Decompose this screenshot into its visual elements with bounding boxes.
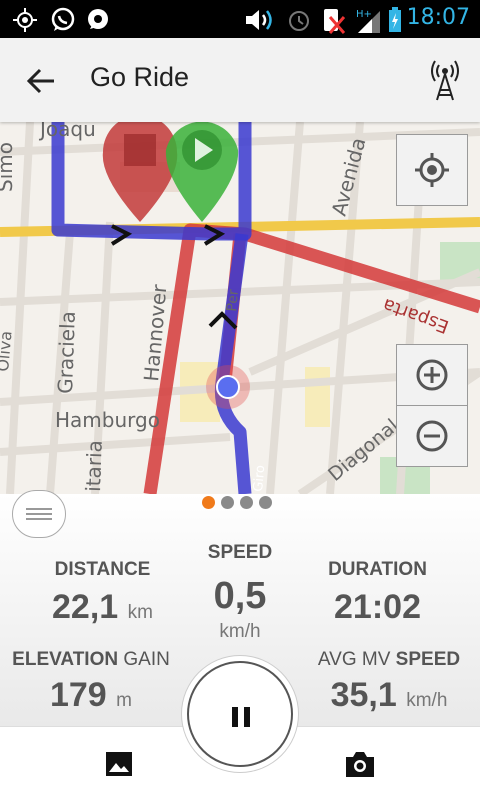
distance-label: DISTANCE [54, 559, 151, 580]
map-view[interactable]: Joaqu Simo Avenida Hannover Graciela Ham… [0, 122, 480, 494]
hplus-signal-icon: H+ [356, 9, 380, 33]
avg-speed-unit: km/h [406, 690, 448, 711]
no-sim-icon [324, 9, 346, 34]
gallery-icon[interactable] [104, 749, 134, 779]
page-title: Go Ride [90, 62, 190, 92]
street-label: Joaqu [38, 122, 96, 141]
antenna-icon[interactable] [430, 58, 460, 102]
avg-speed-value: 35,1 km/h [298, 676, 480, 715]
page-dot[interactable] [259, 496, 272, 509]
street-label: Giro [251, 464, 268, 492]
street-label: itaria [81, 440, 107, 493]
elevation-number: 179 [49, 676, 107, 714]
chat-icon [88, 9, 108, 29]
avg-mv-label-part: AVG MV [317, 649, 391, 670]
elevation-gain-value: 179 m [0, 676, 182, 715]
svg-text:H+: H+ [356, 9, 372, 20]
street-label: Avenida [327, 135, 371, 218]
speed-label: SPEED [207, 542, 273, 563]
zoom-in-icon [416, 359, 448, 391]
page-indicator [202, 496, 278, 510]
zoom-out-icon [416, 420, 448, 452]
back-arrow-icon[interactable] [24, 64, 58, 98]
current-location-icon [206, 365, 250, 409]
elevation-gain-label: ELEVATION GAIN [0, 649, 182, 671]
avg-speed-number: 35,1 [330, 676, 397, 714]
distance-value: 22,1 km [10, 588, 195, 627]
speed-unit: km/h [219, 621, 261, 642]
status-bar: H+ 18:07 [0, 0, 480, 38]
end-marker-icon[interactable] [102, 122, 178, 222]
avg-speed-label: AVG MV SPEED [298, 649, 480, 671]
zoom-out-button[interactable] [396, 405, 468, 467]
app-bar: Go Ride [0, 38, 480, 122]
elevation-label-part: ELEVATION [12, 649, 119, 670]
gain-label-part: GAIN [123, 649, 170, 670]
speed-label-part: SPEED [395, 649, 461, 670]
drawer-toggle-button[interactable] [12, 490, 66, 538]
camera-icon[interactable] [344, 749, 376, 779]
clock: 18:07 [406, 5, 470, 30]
duration-value: 21:02 [334, 588, 421, 626]
zoom-in-button[interactable] [396, 344, 468, 406]
street-label: Simo [0, 142, 17, 192]
crosshair-icon [415, 153, 449, 187]
location-icon [13, 8, 37, 32]
battery-charging-icon [389, 7, 401, 32]
speed-value: 0,5 [213, 575, 267, 617]
pause-icon [187, 661, 293, 767]
alarm-icon [289, 11, 309, 31]
my-location-button[interactable] [396, 134, 468, 206]
page-dot[interactable] [221, 496, 234, 509]
street-label: Hamburgo [55, 408, 160, 432]
page-dot-active[interactable] [202, 496, 215, 509]
street-label: Per [224, 288, 242, 312]
pause-button[interactable] [182, 656, 298, 772]
volume-icon [246, 10, 272, 30]
whatsapp-icon [51, 7, 75, 31]
start-marker-icon[interactable] [165, 122, 239, 222]
elevation-unit: m [116, 690, 132, 711]
street-label: Graciela [53, 311, 80, 394]
page-dot[interactable] [240, 496, 253, 509]
distance-unit: km [127, 602, 153, 623]
duration-label: DURATION [328, 559, 427, 580]
distance-number: 22,1 [52, 588, 119, 626]
